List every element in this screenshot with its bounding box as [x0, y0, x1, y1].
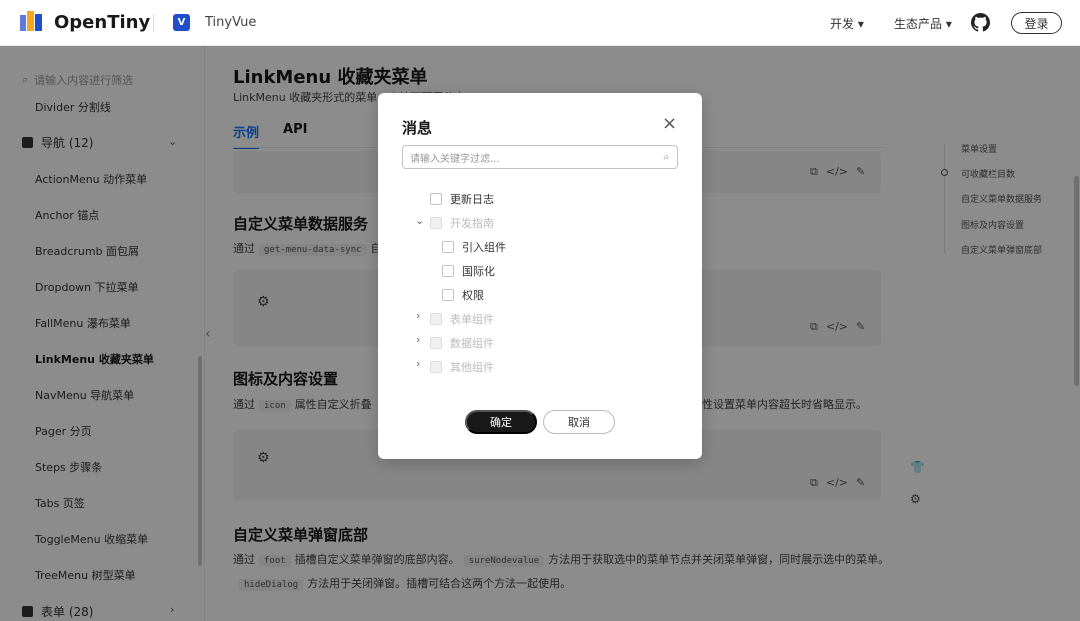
chevron-right-icon[interactable]: › [416, 357, 420, 370]
checkbox[interactable] [442, 289, 454, 301]
tree-node-label: 开发指南 [450, 217, 494, 230]
tree-node-label: 权限 [462, 289, 484, 302]
login-button[interactable]: 登录 [1011, 12, 1062, 34]
dialog-search-input[interactable]: 请输入关键字过滤... ⌕ [402, 145, 678, 169]
checkbox[interactable] [442, 241, 454, 253]
checkbox [430, 217, 442, 229]
tree-node[interactable]: 引入组件 [442, 239, 506, 255]
chevron-right-icon[interactable]: › [416, 333, 420, 346]
chevron-down-icon[interactable]: ⌄ [415, 214, 424, 227]
tree-node[interactable]: 权限 [442, 287, 484, 303]
confirm-button[interactable]: 确定 [465, 410, 537, 434]
dialog-search-placeholder: 请输入关键字过滤... [410, 153, 500, 165]
top-header: OpenTiny V TinyVue 开发 ▾ 生态产品 ▾ 登录 [0, 0, 1080, 46]
github-icon[interactable] [971, 13, 990, 32]
tree-node-label: 更新日志 [450, 193, 494, 206]
nav-ecosystem[interactable]: 生态产品 ▾ [894, 15, 952, 32]
tree-node[interactable]: 更新日志 [430, 191, 494, 207]
nav-develop[interactable]: 开发 ▾ [830, 15, 864, 32]
tinyvue-logo-icon: V [173, 14, 190, 31]
tree-node[interactable]: 其他组件 [430, 359, 494, 375]
tree-node[interactable]: 国际化 [442, 263, 495, 279]
brand-name[interactable]: OpenTiny [54, 12, 150, 33]
checkbox [430, 313, 442, 325]
search-icon: ⌕ [663, 151, 669, 163]
dialog-title: 消息 [402, 119, 433, 137]
nav-ecosystem-label: 生态产品 [894, 17, 943, 31]
checkbox [430, 337, 442, 349]
checkbox[interactable] [430, 193, 442, 205]
tree-node-label: 引入组件 [462, 241, 506, 254]
header-divider [153, 14, 154, 32]
chevron-right-icon[interactable]: › [416, 309, 420, 322]
checkbox[interactable] [442, 265, 454, 277]
sub-brand[interactable]: TinyVue [205, 15, 256, 30]
nav-develop-label: 开发 [830, 17, 855, 31]
chevron-down-icon: ▾ [945, 17, 952, 31]
checkbox [430, 361, 442, 373]
tree-node[interactable]: 表单组件 [430, 311, 494, 327]
close-icon[interactable]: × [662, 115, 677, 133]
tree-node-label: 其他组件 [450, 361, 494, 374]
tree-node-label: 国际化 [462, 265, 495, 278]
tree-node-label: 数据组件 [450, 337, 494, 350]
chevron-down-icon: ▾ [857, 17, 864, 31]
tree-node-label: 表单组件 [450, 313, 494, 326]
cancel-button[interactable]: 取消 [543, 410, 615, 434]
tree-node[interactable]: 开发指南 [430, 215, 494, 231]
opentiny-logo-icon[interactable] [20, 11, 44, 33]
tree-node[interactable]: 数据组件 [430, 335, 494, 351]
message-dialog: 消息 × 请输入关键字过滤... ⌕ 更新日志 ⌄ 开发指南 引入组件 国际化 … [378, 93, 702, 459]
